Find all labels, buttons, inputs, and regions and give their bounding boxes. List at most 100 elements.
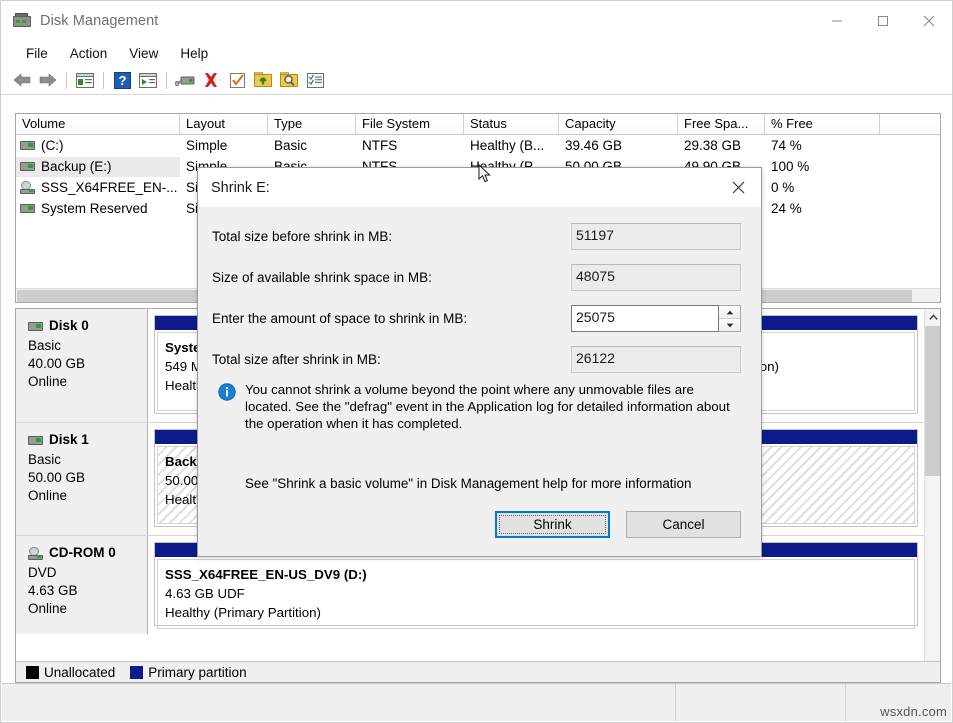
disk-state: Online [28,600,147,618]
menu-file[interactable]: File [15,44,59,63]
hard-disk-icon [20,141,35,150]
scrollbar-thumb[interactable] [925,326,941,476]
disk-management-window: Disk Management File Action View Help [0,0,953,723]
minimize-icon[interactable] [814,1,860,41]
show-hide-action-pane-icon[interactable] [135,68,161,92]
quantity-stepper[interactable] [719,305,741,332]
disk-drive-icon [13,13,31,29]
status-bar-cell-3: wsxdn.com [846,684,951,721]
dialog-buttons: Shrink Cancel [495,511,741,538]
disk-name: Disk 1 [49,431,89,449]
back-arrow-icon[interactable] [9,68,35,92]
shrink-volume-dialog: Shrink E: Total size before shrink in MB… [197,167,762,557]
primary-partition-swatch [130,666,143,679]
disk-state: Online [28,373,147,391]
disk-type: Basic [28,451,147,469]
column-header-percent-free[interactable]: % Free [765,114,880,134]
help-line: See "Shrink a basic volume" in Disk Mana… [212,476,741,491]
total-size-after-shrink-value: 26122 [571,346,741,373]
status-bar-cell-1 [2,684,676,721]
column-header-free-space[interactable]: Free Spa... [678,114,765,134]
maximize-icon[interactable] [860,1,906,41]
volume-name: Backup (E:) [41,159,112,174]
volume-free-space: 29.38 GB [678,138,765,153]
menu-action[interactable]: Action [59,44,119,63]
disk-state: Online [28,487,147,505]
volume-layout: Simple [180,138,268,153]
search-icon[interactable] [276,68,302,92]
stepper-down-icon[interactable] [719,319,740,331]
partition-legend: Unallocated Primary partition [16,661,940,682]
field-label: Total size after shrink in MB: [212,352,571,367]
dialog-body: Total size before shrink in MB: 51197 Si… [198,207,761,491]
column-header-type[interactable]: Type [268,114,356,134]
toolbar-separator [166,72,167,89]
volume-type: Basic [268,138,356,153]
field-amount-to-shrink: Enter the amount of space to shrink in M… [212,305,741,332]
volume-percent-free: 0 % [765,180,880,195]
delete-icon[interactable] [198,68,224,92]
column-header-status[interactable]: Status [464,114,559,134]
show-hide-console-tree-icon[interactable] [72,68,98,92]
upload-icon[interactable] [250,68,276,92]
column-header-volume[interactable]: Volume [16,114,180,134]
help-icon[interactable]: ? [109,68,135,92]
unallocated-swatch [26,666,39,679]
hard-disk-icon [20,204,35,213]
partition-name: SSS_X64FREE_EN-US_DV9 (D:) [165,565,907,584]
toolbar: ? [1,66,952,95]
mouse-cursor [478,164,492,187]
field-label: Total size before shrink in MB: [212,229,571,244]
column-header-capacity[interactable]: Capacity [559,114,678,134]
scroll-up-arrow-icon[interactable] [925,309,941,326]
stepper-up-icon[interactable] [719,306,740,319]
info-icon [218,383,236,401]
volume-name: System Reserved [41,201,148,216]
disk-type: DVD [28,564,147,582]
list-view-icon[interactable] [302,68,328,92]
toolbar-separator [103,72,104,89]
hard-disk-icon [28,322,43,331]
shrink-amount-input[interactable]: 25075 [571,305,719,332]
partition-status: Healthy (Primary Partition) [165,603,907,622]
forward-arrow-icon[interactable] [35,68,61,92]
window-controls [814,1,952,41]
disk-size: 4.63 GB [28,582,147,600]
column-header-file-system[interactable]: File System [356,114,464,134]
disk-size: 50.00 GB [28,469,147,487]
focus-ring [499,515,606,534]
menu-view[interactable]: View [118,44,169,63]
column-header-blank[interactable] [880,114,940,134]
properties-icon[interactable] [224,68,250,92]
disk-name: Disk 0 [49,317,89,335]
info-note-text: You cannot shrink a volume beyond the po… [245,381,741,432]
field-total-size-after-shrink: Total size after shrink in MB: 26122 [212,346,741,373]
column-header-layout[interactable]: Layout [180,114,268,134]
window-title: Disk Management [40,13,158,29]
volume-file-system: NTFS [356,138,464,153]
field-label: Enter the amount of space to shrink in M… [212,311,571,326]
available-shrink-space-value: 48075 [571,264,741,291]
partition-details: SSS_X64FREE_EN-US_DV9 (D:) 4.63 GB UDF H… [158,560,914,628]
shrink-button[interactable]: Shrink [495,511,610,538]
menu-help[interactable]: Help [169,44,219,63]
table-row[interactable]: (C:) Simple Basic NTFS Healthy (B... 39.… [16,135,940,156]
close-icon[interactable] [716,168,761,207]
cd-rom-icon [20,181,35,194]
close-icon[interactable] [906,1,952,41]
volume-percent-free: 74 % [765,138,880,153]
cancel-button[interactable]: Cancel [626,511,741,538]
volume-percent-free: 100 % [765,159,880,174]
cd-rom-icon [28,547,43,560]
disk-name: CD-ROM 0 [49,544,116,562]
volume-percent-free: 24 % [765,201,880,216]
menu-bar: File Action View Help [1,41,952,66]
disk-info-1: Disk 1 Basic 50.00 GB Online [16,423,148,535]
disk-pane-vertical-scrollbar[interactable] [924,309,940,661]
field-label: Size of available shrink space in MB: [212,270,571,285]
field-total-size-before-shrink: Total size before shrink in MB: 51197 [212,223,741,250]
toolbar-separator [66,72,67,89]
total-size-before-shrink-value: 51197 [571,223,741,250]
rescan-disks-icon[interactable] [172,68,198,92]
volume-status: Healthy (B... [464,138,559,153]
